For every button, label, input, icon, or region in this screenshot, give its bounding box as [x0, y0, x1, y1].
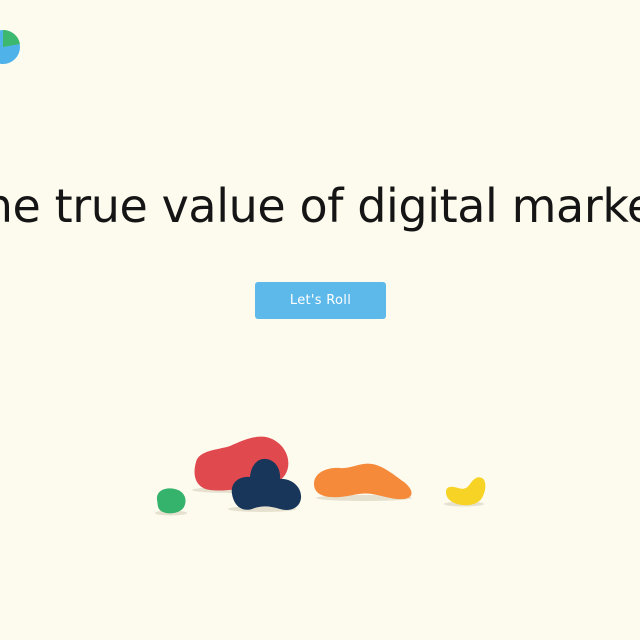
orange-blob-icon — [314, 463, 412, 500]
landing-page: The true value of digital marketing Let'… — [0, 0, 640, 640]
green-blob-icon — [156, 488, 186, 514]
yellow-blob-icon — [446, 477, 486, 506]
decorative-blobs — [155, 436, 486, 516]
hero-headline: The true value of digital marketing — [0, 179, 640, 233]
brand-logo-icon[interactable] — [0, 30, 20, 64]
lets-roll-button[interactable]: Let's Roll — [255, 282, 386, 319]
